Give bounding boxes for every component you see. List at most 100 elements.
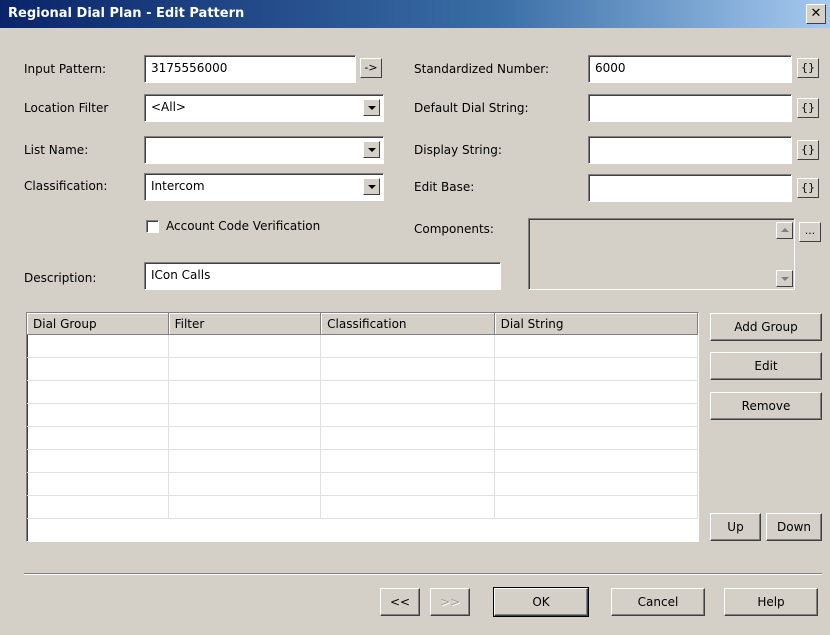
- brace-icon: {}: [801, 61, 815, 74]
- edit-base-field[interactable]: [588, 174, 792, 202]
- table-row[interactable]: [27, 358, 698, 381]
- help-button[interactable]: Help: [724, 588, 818, 616]
- edit-button[interactable]: Edit: [710, 352, 822, 380]
- table-cell[interactable]: [321, 358, 495, 381]
- table-cell[interactable]: [494, 427, 698, 450]
- transform-arrow-button[interactable]: ->: [360, 58, 382, 78]
- table-row[interactable]: [27, 427, 698, 450]
- column-header-classification[interactable]: Classification: [321, 313, 495, 335]
- description-label: Description:: [24, 271, 97, 285]
- default-dial-string-field[interactable]: [588, 94, 792, 122]
- table-cell[interactable]: [168, 450, 322, 473]
- components-list[interactable]: [528, 218, 795, 290]
- location-filter-value: <All>: [151, 100, 186, 114]
- standardized-number-field[interactable]: 6000: [588, 55, 792, 83]
- table-cell[interactable]: [27, 496, 169, 519]
- close-icon: ✕: [810, 6, 822, 21]
- title-bar: Regional Dial Plan - Edit Pattern ✕: [0, 0, 830, 28]
- brace-icon: {}: [801, 101, 815, 114]
- brace-icon: {}: [801, 181, 815, 194]
- table-cell[interactable]: [321, 427, 495, 450]
- table-cell[interactable]: [321, 450, 495, 473]
- table-cell[interactable]: [168, 496, 322, 519]
- input-pattern-label: Input Pattern:: [24, 62, 107, 76]
- list-name-dropdown-icon[interactable]: [363, 141, 380, 158]
- table-cell[interactable]: [321, 473, 495, 496]
- classification-dropdown-icon[interactable]: [363, 178, 380, 195]
- table-cell[interactable]: [494, 335, 698, 358]
- next-button[interactable]: >>: [430, 588, 470, 616]
- input-pattern-field[interactable]: 3175556000: [144, 55, 356, 83]
- components-scroll-up-icon[interactable]: [776, 222, 793, 239]
- column-header-dial-string[interactable]: Dial String: [494, 313, 698, 335]
- location-filter-dropdown-icon[interactable]: [363, 99, 380, 116]
- cancel-button[interactable]: Cancel: [611, 588, 705, 616]
- close-button[interactable]: ✕: [806, 4, 826, 24]
- table-cell[interactable]: [27, 450, 169, 473]
- table-row[interactable]: [27, 496, 698, 519]
- footer-separator: [24, 573, 822, 575]
- table-cell[interactable]: [321, 404, 495, 427]
- column-header-dial-group[interactable]: Dial Group: [27, 313, 169, 335]
- back-button[interactable]: <<: [380, 588, 420, 616]
- table-cell[interactable]: [27, 404, 169, 427]
- table-cell[interactable]: [494, 450, 698, 473]
- table-cell[interactable]: [494, 381, 698, 404]
- display-string-field[interactable]: [588, 136, 792, 164]
- window-title: Regional Dial Plan - Edit Pattern: [8, 6, 245, 21]
- table-cell[interactable]: [27, 473, 169, 496]
- table-row[interactable]: [27, 381, 698, 404]
- table-cell[interactable]: [494, 473, 698, 496]
- default-dial-string-label: Default Dial String:: [414, 101, 529, 115]
- components-ellipsis-button[interactable]: ...: [799, 222, 821, 242]
- account-code-label: Account Code Verification: [166, 219, 321, 233]
- dial-group-table[interactable]: Dial Group Filter Classification Dial St…: [26, 312, 699, 542]
- list-name-label: List Name:: [24, 143, 89, 157]
- table-cell[interactable]: [27, 381, 169, 404]
- table-cell[interactable]: [321, 335, 495, 358]
- display-string-brace-button[interactable]: {}: [797, 140, 819, 160]
- table-header: Dial Group Filter Classification Dial St…: [27, 313, 698, 335]
- description-field[interactable]: ICon Calls: [144, 262, 501, 290]
- table-cell[interactable]: [27, 427, 169, 450]
- table-row[interactable]: [27, 335, 698, 358]
- classification-select[interactable]: Intercom: [144, 173, 384, 201]
- table-cell[interactable]: [494, 404, 698, 427]
- account-code-checkbox[interactable]: [146, 220, 159, 233]
- table-row[interactable]: [27, 450, 698, 473]
- down-button[interactable]: Down: [766, 513, 822, 541]
- column-header-filter[interactable]: Filter: [168, 313, 322, 335]
- table-cell[interactable]: [27, 335, 169, 358]
- classification-label: Classification:: [24, 179, 108, 193]
- table-cell[interactable]: [168, 381, 322, 404]
- edit-base-brace-button[interactable]: {}: [797, 178, 819, 198]
- table-cell[interactable]: [168, 404, 322, 427]
- table-cell[interactable]: [321, 381, 495, 404]
- table-cell[interactable]: [168, 473, 322, 496]
- table-cell[interactable]: [168, 427, 322, 450]
- location-filter-select[interactable]: <All>: [144, 94, 384, 122]
- up-button[interactable]: Up: [710, 513, 761, 541]
- list-name-select[interactable]: [144, 136, 384, 164]
- table-row[interactable]: [27, 473, 698, 496]
- table-row[interactable]: [27, 404, 698, 427]
- components-label: Components:: [414, 222, 494, 236]
- standardized-number-brace-button[interactable]: {}: [797, 58, 819, 78]
- table-cell[interactable]: [494, 358, 698, 381]
- remove-button[interactable]: Remove: [710, 392, 822, 420]
- display-string-label: Display String:: [414, 143, 502, 157]
- table-cell[interactable]: [494, 496, 698, 519]
- table-cell[interactable]: [168, 358, 322, 381]
- table-body: [27, 335, 698, 519]
- components-scroll-down-icon[interactable]: [776, 270, 793, 287]
- ok-button[interactable]: OK: [493, 587, 589, 617]
- location-filter-label: Location Filter: [24, 101, 109, 115]
- add-group-button[interactable]: Add Group: [710, 313, 822, 341]
- classification-value: Intercom: [151, 179, 205, 193]
- table-cell[interactable]: [27, 358, 169, 381]
- table-cell[interactable]: [168, 335, 322, 358]
- default-dial-string-brace-button[interactable]: {}: [797, 98, 819, 118]
- table-cell[interactable]: [321, 496, 495, 519]
- brace-icon: {}: [801, 143, 815, 156]
- edit-base-label: Edit Base:: [414, 180, 475, 194]
